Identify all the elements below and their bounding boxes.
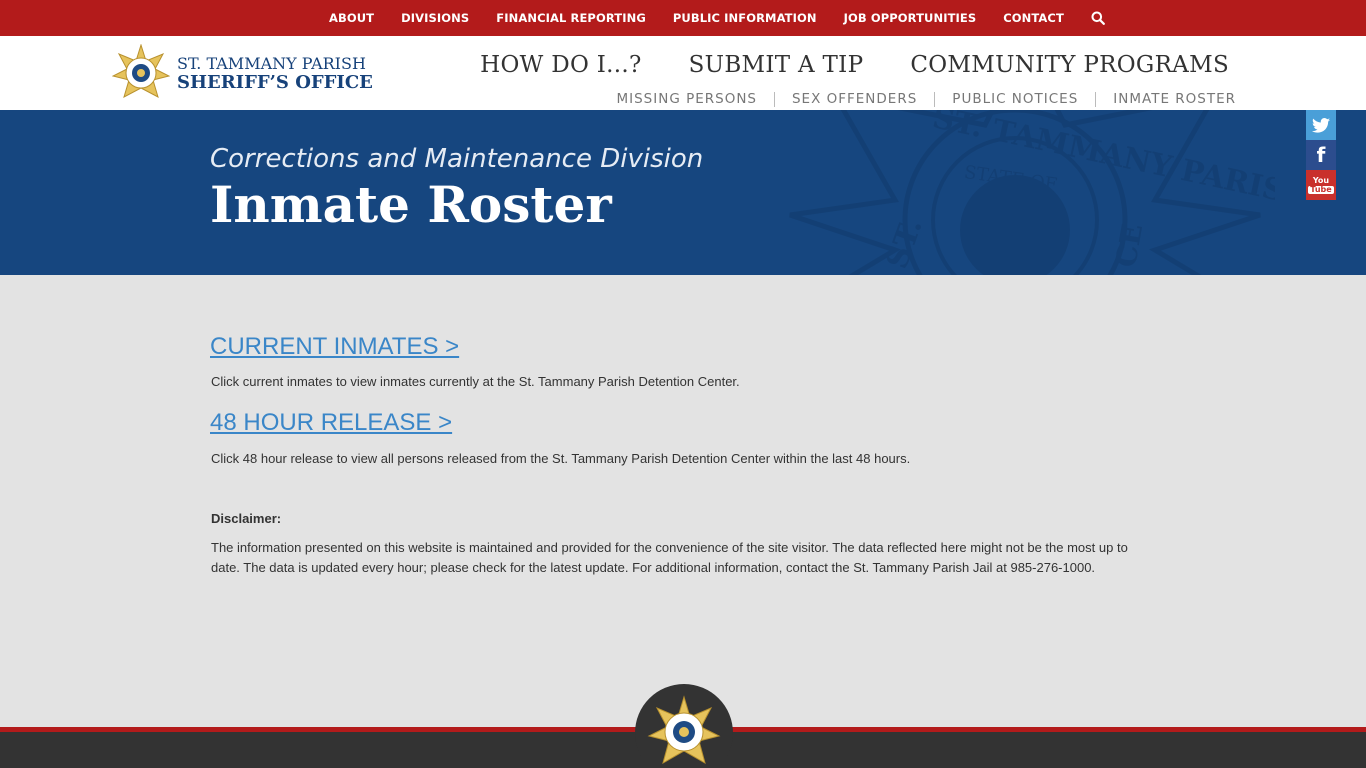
topnav-job-opportunities[interactable]: JOB OPPORTUNITIES: [844, 11, 977, 25]
subnav-missing-persons[interactable]: MISSING PERSONS: [616, 91, 757, 107]
48-hour-release-link[interactable]: 48 HOUR RELEASE >: [210, 409, 452, 437]
youtube-icon-bottom: Tube: [1308, 184, 1334, 194]
mainnav-submit-a-tip[interactable]: SUBMIT A TIP: [689, 52, 864, 78]
subnav-divider: [934, 91, 936, 107]
facebook-icon[interactable]: f: [1306, 140, 1336, 170]
disclaimer-text: The information presented on this websit…: [211, 540, 1128, 575]
subnav-sex-offenders[interactable]: SEX OFFENDERS: [792, 91, 917, 107]
sheriff-badge-logo-icon[interactable]: [111, 43, 171, 102]
subnav-divider: [773, 91, 775, 107]
sub-nav: MISSING PERSONS SEX OFFENDERS PUBLIC NOT…: [616, 91, 1236, 107]
page-title: Inmate Roster: [210, 175, 612, 234]
current-inmates-description: Click current inmates to view inmates cu…: [211, 374, 740, 389]
subnav-public-notices[interactable]: PUBLIC NOTICES: [952, 91, 1078, 107]
youtube-icon-top: You: [1312, 175, 1330, 185]
sheriff-seal-watermark-icon: ST. TAMMANY PARISH STATE OF ST. CE: [789, 110, 1275, 275]
subnav-divider: [1095, 91, 1097, 107]
topnav-public-information[interactable]: PUBLIC INFORMATION: [673, 11, 817, 25]
page-banner: ST. TAMMANY PARISH STATE OF ST. CE Corre…: [0, 110, 1366, 275]
seal-right-text: CE: [1109, 221, 1149, 270]
page-subtitle: Corrections and Maintenance Division: [210, 144, 704, 174]
disclaimer-heading: Disclaimer:: [211, 511, 282, 526]
social-links: f You Tube: [1306, 110, 1336, 200]
site-header: ST. TAMMANY PARISH SHERIFF’S OFFICE HOW …: [0, 36, 1366, 110]
twitter-icon[interactable]: [1306, 110, 1336, 140]
youtube-icon[interactable]: You Tube: [1306, 170, 1336, 200]
mainnav-community-programs[interactable]: COMMUNITY PROGRAMS: [910, 52, 1229, 78]
mainnav-how-do-i[interactable]: HOW DO I...?: [480, 52, 641, 78]
topnav-contact[interactable]: CONTACT: [1003, 11, 1064, 25]
brand-name-line1: ST. TAMMANY PARISH: [177, 54, 366, 73]
topnav-financial-reporting[interactable]: FINANCIAL REPORTING: [496, 11, 646, 25]
subnav-inmate-roster[interactable]: INMATE ROSTER: [1113, 91, 1236, 107]
footer-sheriff-badge-icon[interactable]: [647, 695, 721, 768]
48-hour-release-description: Click 48 hour release to view all person…: [211, 451, 911, 466]
search-icon[interactable]: [1091, 11, 1105, 25]
top-utility-bar: ABOUT DIVISIONS FINANCIAL REPORTING PUBL…: [0, 0, 1366, 36]
current-inmates-link[interactable]: CURRENT INMATES >: [210, 333, 459, 361]
top-utility-nav: ABOUT DIVISIONS FINANCIAL REPORTING PUBL…: [329, 0, 1105, 36]
brand-name-line2: SHERIFF’S OFFICE: [177, 72, 373, 93]
topnav-divisions[interactable]: DIVISIONS: [401, 11, 469, 25]
main-nav: HOW DO I...? SUBMIT A TIP COMMUNITY PROG…: [433, 52, 1229, 78]
topnav-about[interactable]: ABOUT: [329, 11, 374, 25]
seal-bottom-text: ST.: [880, 214, 930, 273]
